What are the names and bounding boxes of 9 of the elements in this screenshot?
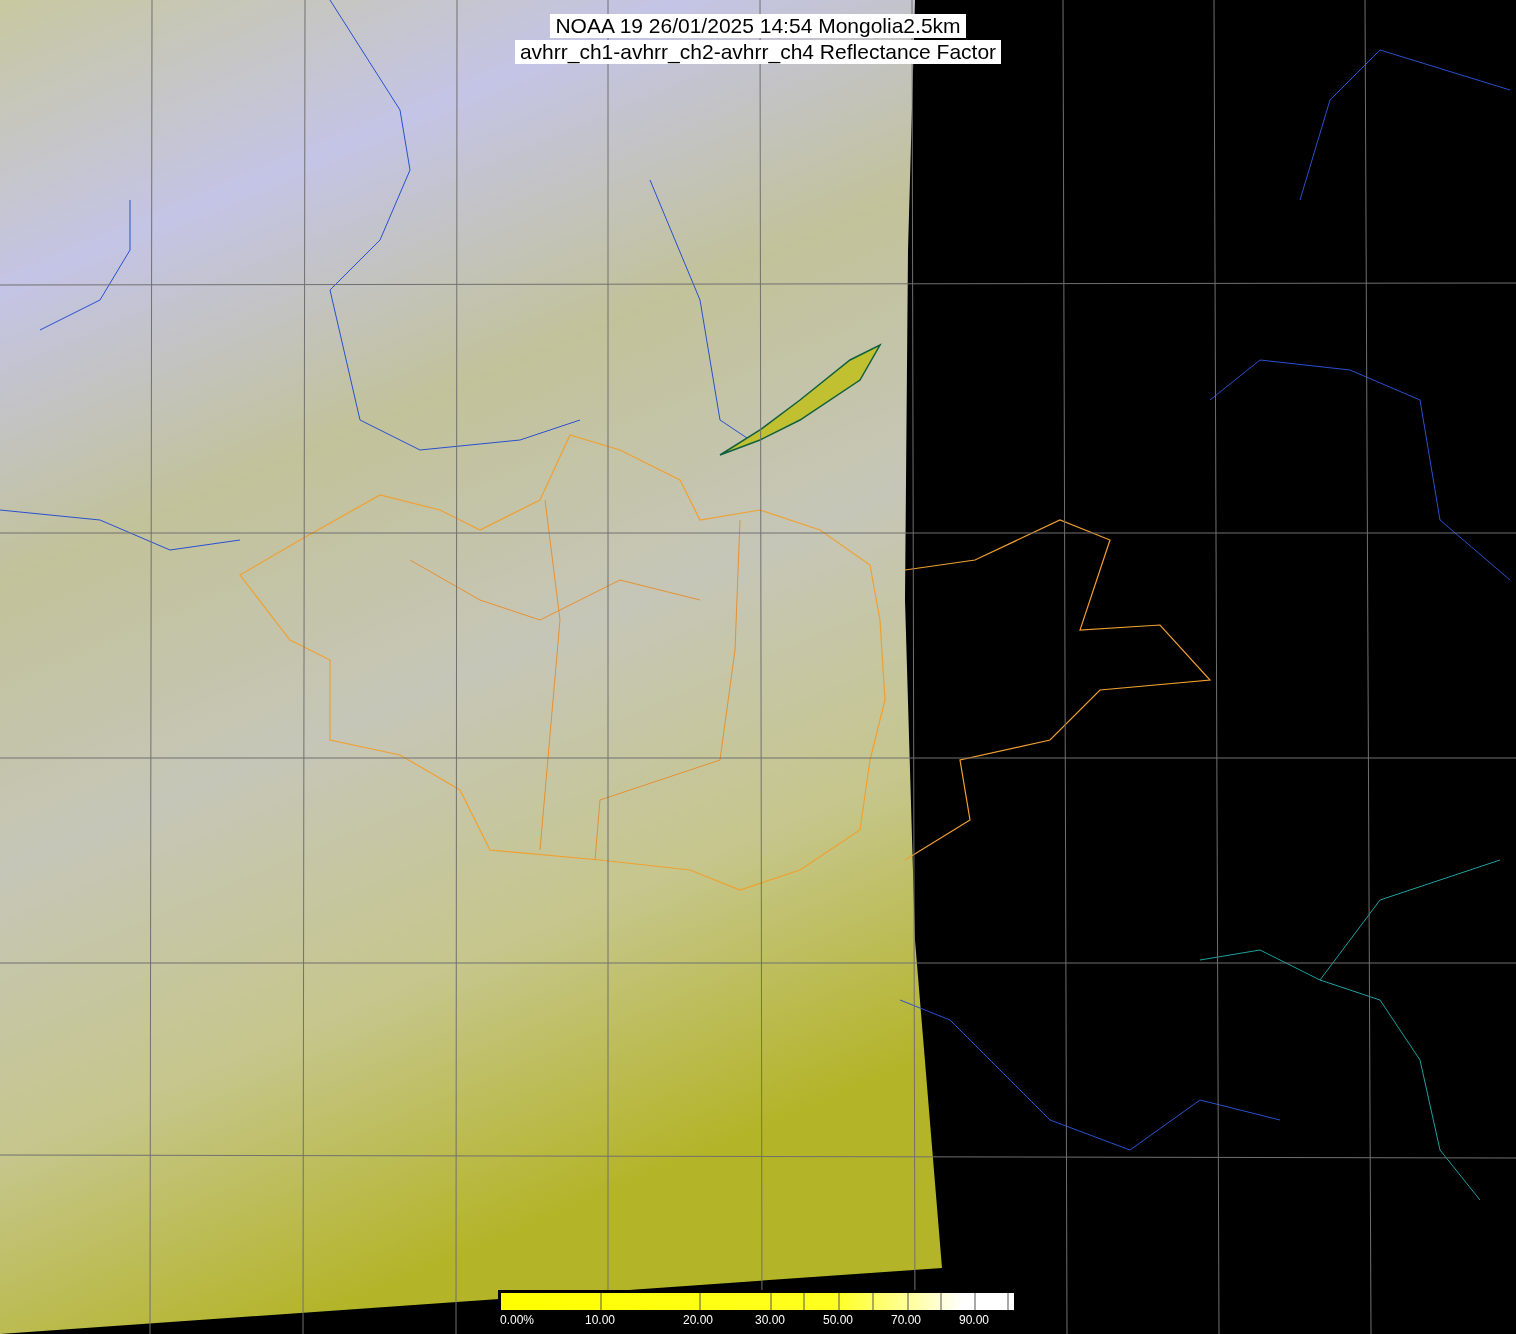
colorbar-label: 0.00% (500, 1313, 535, 1327)
colorbar-label: 90.00 (959, 1313, 990, 1327)
colorbar-label: 30.00 (755, 1313, 786, 1327)
colorbar-label: 10.00 (585, 1313, 616, 1327)
map-title: avhrr_ch1-avhrr_ch2-avhrr_ch4 Reflectance Factor (514, 40, 1002, 64)
colorbar-label: 50.00 (823, 1313, 854, 1327)
colorbar-label: 70.00 (891, 1313, 922, 1327)
colorbar-label: 20.00 (683, 1313, 714, 1327)
map-title: NOAA 19 26/01/2025 14:54 Mongolia2.5km (550, 14, 966, 38)
